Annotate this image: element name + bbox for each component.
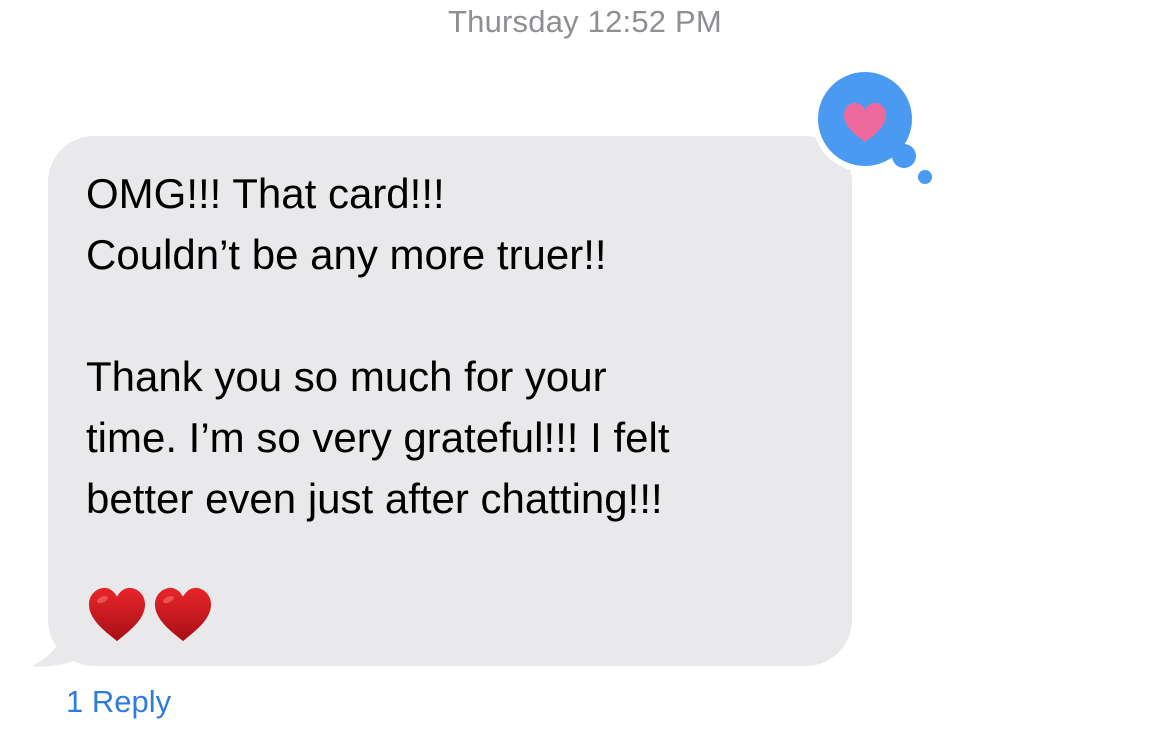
reply-count-link[interactable]: 1 Reply	[66, 684, 171, 720]
tapback-heart-reaction[interactable]	[812, 66, 942, 196]
red-heart-icon	[154, 587, 212, 642]
message-container: OMG!!! That card!!! Couldn’t be any more…	[0, 0, 1170, 733]
message-text: OMG!!! That card!!! Couldn’t be any more…	[86, 170, 670, 522]
red-heart-icon	[88, 587, 146, 642]
message-emoji-row	[86, 586, 214, 644]
